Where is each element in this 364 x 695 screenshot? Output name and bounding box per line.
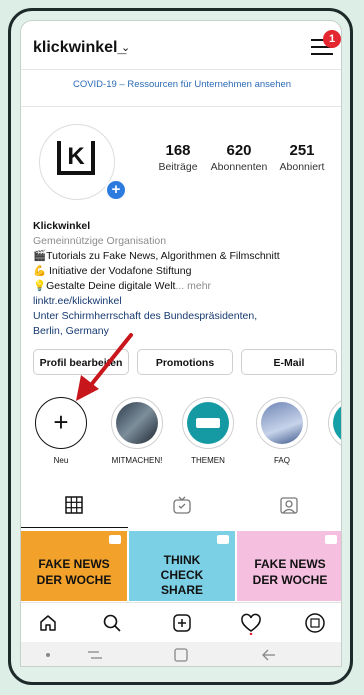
stat-number: 251: [289, 142, 315, 159]
back-icon[interactable]: [261, 648, 277, 662]
highlight-themen[interactable]: [182, 397, 234, 449]
divider: [21, 106, 341, 107]
tv-icon: [173, 496, 191, 514]
highlight-label: FAQ: [273, 456, 290, 465]
highlight-more[interactable]: [328, 397, 341, 449]
highlight-faq[interactable]: [256, 397, 308, 449]
stat-number: 168: [165, 142, 191, 159]
home-button-icon[interactable]: [173, 647, 189, 663]
profile-bio: Klickwinkel Gemeinnützige Organisation 🎬…: [33, 219, 338, 339]
system-navigation-bar: [21, 642, 341, 666]
promotions-button[interactable]: Promotions: [137, 349, 233, 375]
edit-profile-button[interactable]: Profil bearbeiten: [33, 349, 129, 375]
highlight-label: Neu: [53, 456, 69, 465]
username-dropdown[interactable]: klickwinkel_: [33, 39, 126, 57]
profile-tab-icon[interactable]: [304, 612, 326, 634]
post-tile-line: THINK: [163, 553, 201, 567]
highlight-label: THEMEN: [191, 456, 225, 465]
stat-number: 620: [226, 142, 252, 159]
more-link[interactable]: ... mehr: [175, 280, 211, 292]
tab-grid-posts[interactable]: [21, 488, 128, 528]
post-tile-line: SHARE: [160, 583, 203, 597]
tab-igtv[interactable]: [128, 488, 235, 528]
igtv-icon: [109, 535, 121, 544]
profile-location[interactable]: Berlin, Germany: [33, 324, 338, 339]
stat-label: Beiträge: [158, 161, 198, 173]
dot-icon[interactable]: [46, 653, 50, 657]
profile-category: Gemeinnützige Organisation: [33, 235, 167, 247]
highlight-thumbnail: [187, 402, 229, 444]
email-button[interactable]: E-Mail: [241, 349, 337, 375]
new-highlight-button[interactable]: +: [35, 397, 87, 449]
bottom-navigation: [21, 602, 341, 643]
posts-count[interactable]: 168 Beiträge: [148, 142, 208, 173]
post-tile-line: DER WOCHE: [252, 573, 328, 587]
notification-badge: 1: [323, 30, 341, 48]
post-tile-line: FAKE NEWS: [38, 557, 110, 571]
covid-resources-link[interactable]: COVID-19 – Ressourcen für Unternehmen an…: [21, 79, 341, 90]
bio-patron: Unter Schirmherrschaft des Bundespräside…: [33, 310, 258, 322]
followers-count[interactable]: 620 Abonnenten: [209, 142, 269, 173]
profile-name: Klickwinkel: [33, 220, 91, 232]
highlight-thumbnail: [333, 402, 341, 444]
bio-line: 💡Gestalte Deine digitale Welt: [33, 280, 176, 292]
tagged-person-icon: [280, 497, 298, 514]
tab-tagged[interactable]: [235, 488, 341, 528]
post-tile[interactable]: THINK CHECK SHARE: [129, 531, 235, 601]
post-tile-line: DER WOCHE: [36, 573, 112, 587]
divider: [21, 69, 341, 70]
following-count[interactable]: 251 Abonniert: [272, 142, 332, 173]
post-tile-line: FAKE NEWS: [254, 557, 326, 571]
stat-label: Abonniert: [279, 161, 325, 173]
highlight-label: GE: [319, 456, 341, 465]
plus-icon: +: [53, 407, 69, 437]
grid-icon: [65, 496, 83, 514]
chevron-down-icon[interactable]: ⌄: [121, 41, 130, 54]
heart-icon[interactable]: [240, 613, 262, 635]
search-icon[interactable]: [102, 613, 122, 633]
recent-apps-icon[interactable]: [86, 648, 104, 662]
bio-line: 💪 Initiative der Vodafone Stiftung: [33, 265, 192, 277]
new-post-icon[interactable]: [172, 613, 192, 633]
klickwinkel-logo: K: [57, 141, 95, 175]
stat-label: Abonnenten: [210, 161, 268, 173]
highlight-label: MITMACHEN!: [111, 456, 163, 465]
profile-link[interactable]: linktr.ee/klickwinkel: [33, 294, 338, 309]
add-story-icon[interactable]: +: [105, 179, 127, 201]
highlight-mitmachen[interactable]: [111, 397, 163, 449]
highlight-thumbnail: [116, 402, 158, 444]
phone-screen: klickwinkel_ ⌄ 1 COVID-19 – Ressourcen f…: [20, 20, 342, 667]
igtv-icon: [217, 535, 229, 544]
post-tile[interactable]: FAKE NEWS DER WOCHE: [237, 531, 341, 601]
highlight-thumbnail: [261, 402, 303, 444]
home-icon[interactable]: [38, 613, 58, 633]
bio-line: 🎬Tutorials zu Fake News, Algorithmen & F…: [33, 250, 280, 262]
post-tile[interactable]: FAKE NEWS DER WOCHE: [21, 531, 127, 601]
post-tile-line: CHECK: [160, 568, 204, 582]
igtv-icon: [325, 535, 337, 544]
